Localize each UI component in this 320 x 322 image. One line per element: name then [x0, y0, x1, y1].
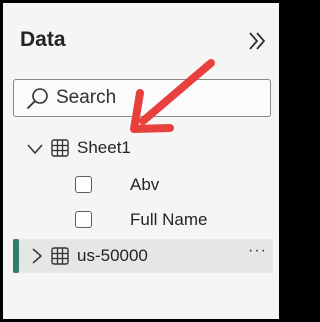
- table-name: Sheet1: [77, 138, 131, 157]
- selected-indicator: [13, 239, 19, 273]
- data-pane: Data Sheet1 Abv Full Name: [3, 3, 279, 319]
- field-checkbox[interactable]: [75, 176, 92, 193]
- table-icon: [51, 247, 69, 265]
- search-icon: [27, 88, 48, 109]
- table-name: us-50000: [77, 246, 148, 265]
- more-options-icon[interactable]: ···: [248, 242, 267, 260]
- field-row-abv[interactable]: Abv: [13, 168, 273, 202]
- search-input[interactable]: [56, 80, 261, 116]
- table-icon: [51, 139, 69, 157]
- field-row-full-name[interactable]: Full Name: [13, 203, 273, 237]
- pane-title: Data: [20, 28, 66, 51]
- double-chevron-right-icon[interactable]: [246, 30, 268, 52]
- field-name: Abv: [130, 175, 160, 194]
- table-row-us-50000[interactable]: us-50000 ···: [13, 239, 273, 273]
- field-checkbox[interactable]: [75, 211, 92, 228]
- chevron-right-icon[interactable]: [29, 248, 45, 264]
- table-row-sheet1[interactable]: Sheet1: [13, 131, 273, 165]
- field-name: Full Name: [130, 210, 208, 229]
- chevron-down-icon[interactable]: [27, 141, 43, 157]
- search-box[interactable]: [13, 79, 271, 117]
